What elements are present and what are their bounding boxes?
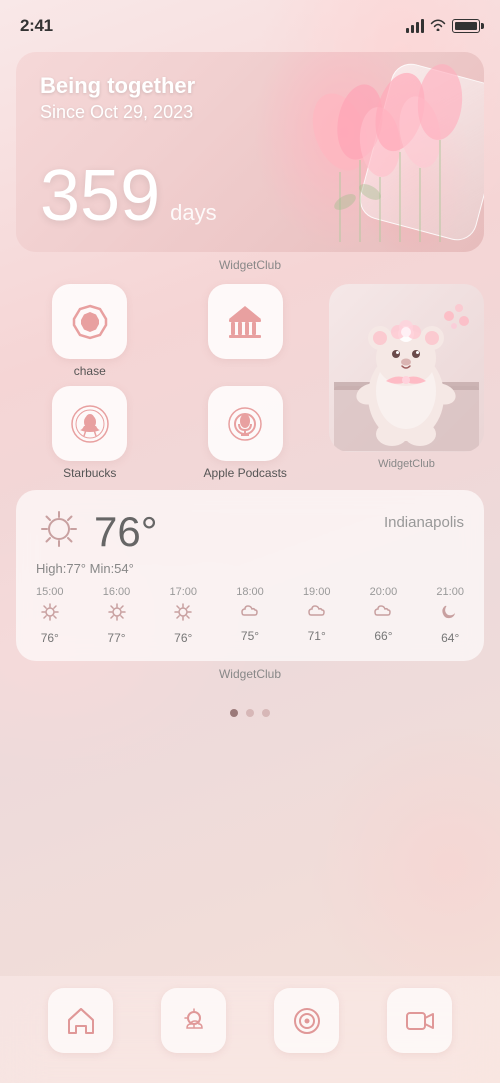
weather-hour-item: 17:00 76° [169, 586, 197, 645]
starbucks-icon [68, 402, 112, 446]
podcasts-label: Apple Podcasts [204, 466, 287, 480]
relationship-days-label: days [170, 200, 216, 226]
hour-weather-icon [307, 603, 327, 624]
weather-hour-item: 21:00 64° [436, 586, 464, 645]
weather-hour-item: 20:00 66° [370, 586, 398, 645]
hour-temp-label: 64° [441, 631, 459, 645]
chase-label: chase [74, 364, 106, 378]
weather-top: 76° Indianapolis [36, 506, 464, 557]
starbucks-label: Starbucks [63, 466, 116, 480]
library-icon [224, 301, 266, 343]
wifi-icon [430, 18, 446, 34]
dock-home[interactable] [48, 988, 113, 1053]
main-content: Being together Since Oct 29, 2023 359 da… [0, 44, 500, 976]
chase-icon-bg[interactable] [52, 284, 127, 359]
hour-time-label: 18:00 [236, 586, 264, 598]
dock [0, 976, 500, 1083]
podcasts-icon-bg[interactable] [208, 386, 283, 461]
weather-widget: 76° Indianapolis High:77° Min:54° 15:00 7… [16, 490, 484, 661]
hour-time-label: 15:00 [36, 586, 64, 598]
weather-widgetclub-label: WidgetClub [16, 665, 484, 683]
weather-temperature: 76° [94, 508, 158, 556]
chase-icon [70, 302, 110, 342]
bear-widgetclub-label: WidgetClub [329, 456, 484, 472]
hour-time-label: 21:00 [436, 586, 464, 598]
hour-temp-label: 76° [41, 631, 59, 645]
relationship-widget: Being together Since Oct 29, 2023 359 da… [16, 52, 484, 274]
video-icon [403, 1004, 437, 1038]
starbucks-app[interactable]: Starbucks [16, 386, 164, 480]
status-icons [406, 18, 480, 34]
hour-time-label: 19:00 [303, 586, 331, 598]
dock-video[interactable] [387, 988, 452, 1053]
dock-target[interactable] [274, 988, 339, 1053]
weather-hour-item: 16:00 77° [103, 586, 131, 645]
target-icon [290, 1004, 324, 1038]
hour-time-label: 20:00 [370, 586, 398, 598]
weather-widget-section: 76° Indianapolis High:77° Min:54° 15:00 7… [16, 490, 484, 683]
weather-left: 76° [36, 506, 158, 557]
starbucks-icon-bg[interactable] [52, 386, 127, 461]
hour-temp-label: 75° [241, 629, 259, 643]
bear-widget-section: WidgetClub [329, 284, 484, 472]
weather-hour-item: 19:00 71° [303, 586, 331, 645]
relationship-title: Being together [40, 72, 460, 101]
bear-widget [329, 284, 484, 452]
page-dot-1 [230, 709, 238, 717]
hour-weather-icon [373, 603, 393, 624]
hour-temp-label: 66° [374, 629, 392, 643]
weather-hourly: 15:00 76° 16:00 77° 17:00 76° 18:00 75° 19:00 71°… [36, 586, 464, 645]
app-grid-section: chase [16, 284, 484, 480]
chase-app[interactable]: chase [16, 284, 164, 378]
weather-hour-item: 15:00 76° [36, 586, 64, 645]
page-dot-2 [246, 709, 254, 717]
hour-weather-icon [441, 603, 459, 626]
relationship-subtitle: Since Oct 29, 2023 [40, 101, 460, 124]
app-grid: chase [16, 284, 319, 480]
hour-time-label: 17:00 [169, 586, 197, 598]
weather-dock-icon [177, 1004, 211, 1038]
hour-weather-icon [240, 603, 260, 624]
page-dots [16, 693, 484, 727]
library-app[interactable] [172, 284, 320, 378]
status-time: 2:41 [20, 16, 53, 36]
hour-temp-label: 77° [107, 631, 125, 645]
hour-weather-icon [41, 603, 59, 626]
hour-time-label: 16:00 [103, 586, 131, 598]
weather-city: Indianapolis [384, 506, 464, 531]
dock-weather[interactable] [161, 988, 226, 1053]
weather-sun-icon [36, 506, 82, 552]
weather-detail: High:77° Min:54° [36, 561, 464, 576]
hour-weather-icon [108, 603, 126, 626]
relationship-days: 359 [40, 160, 160, 232]
signal-icon [406, 19, 424, 33]
weather-hour-item: 18:00 75° [236, 586, 264, 645]
hour-temp-label: 71° [308, 629, 326, 643]
page-dot-3 [262, 709, 270, 717]
hour-temp-label: 76° [174, 631, 192, 645]
podcasts-app[interactable]: Apple Podcasts [172, 386, 320, 480]
hour-weather-icon [174, 603, 192, 626]
relationship-widgetclub-label: WidgetClub [16, 256, 484, 274]
bear-illustration [334, 286, 479, 451]
podcasts-icon [223, 402, 267, 446]
weather-sun-container [36, 506, 82, 557]
library-icon-bg[interactable] [208, 284, 283, 359]
bear-photo [329, 284, 484, 452]
battery-icon [452, 19, 480, 33]
home-icon [64, 1004, 98, 1038]
status-bar: 2:41 [0, 0, 500, 44]
